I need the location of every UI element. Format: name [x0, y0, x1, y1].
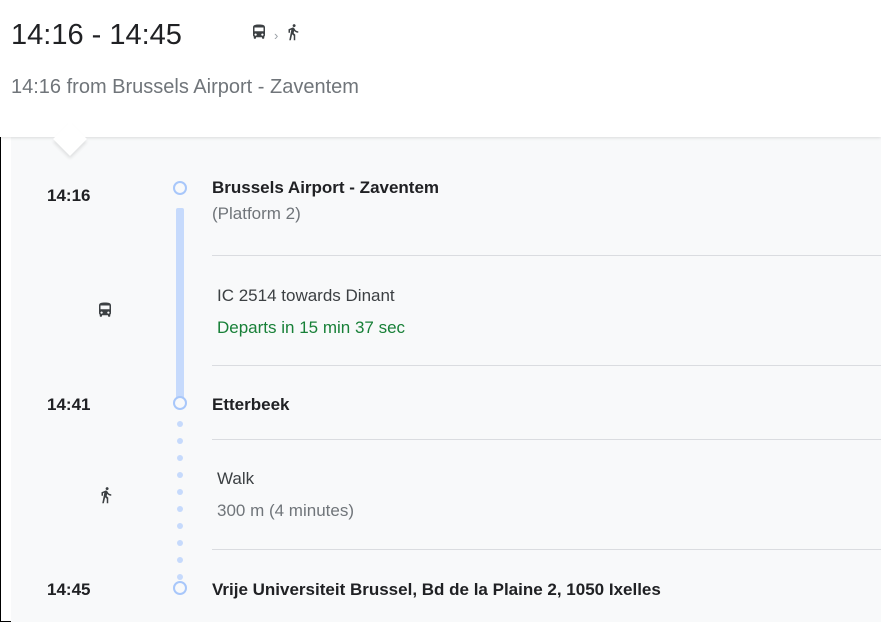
transit-line-title[interactable]: IC 2514 towards Dinant: [217, 286, 395, 306]
walk-dot: [177, 506, 183, 512]
walk-icon: [284, 22, 302, 47]
walk-dot: [177, 472, 183, 478]
chevron-right-icon: ›: [274, 27, 279, 43]
train-icon: [96, 301, 114, 324]
walk-distance: 300 m (4 minutes): [217, 501, 354, 520]
stop-name-origin[interactable]: Brussels Airport - Zaventem: [212, 178, 439, 198]
trip-time-range: 14:16 - 14:45: [11, 19, 182, 51]
divider: [212, 365, 881, 366]
stop-name-destination[interactable]: Vrije Universiteit Brussel, Bd de la Pla…: [212, 580, 661, 600]
trip-subtitle: 14:16 from Brussels Airport - Zaventem: [11, 76, 359, 98]
platform-info: (Platform 2): [212, 204, 301, 223]
walk-dot: [177, 489, 183, 495]
stop-time-transfer: 14:41: [47, 395, 91, 414]
trip-modes: ›: [250, 22, 302, 46]
stop-time-departure: 14:16: [47, 186, 91, 205]
stop-circle: [173, 581, 187, 595]
stop-name-transfer[interactable]: Etterbeek: [212, 395, 289, 415]
walk-title[interactable]: Walk: [217, 469, 254, 489]
transit-line: [176, 208, 184, 399]
walk-dot: [177, 574, 183, 580]
departure-countdown: Departs in 15 min 37 sec: [217, 318, 406, 337]
divider: [212, 255, 881, 256]
stop-time-arrival: 14:45: [47, 580, 91, 599]
bus-icon: [250, 23, 268, 46]
stop-circle: [173, 181, 187, 195]
trip-details: 14:16 Brussels Airport - Zaventem (Platf…: [11, 137, 881, 622]
trip-summary-header[interactable]: 14:16 - 14:45 › 14:16 from Brussels Airp…: [0, 0, 881, 137]
walk-dot: [177, 438, 183, 444]
walk-dot: [177, 540, 183, 546]
walk-dot: [177, 455, 183, 461]
walk-dot: [177, 421, 183, 427]
walk-dot: [177, 557, 183, 563]
walk-icon: [97, 485, 115, 510]
divider: [212, 439, 881, 440]
stop-circle: [173, 396, 187, 410]
walk-dot: [177, 523, 183, 529]
divider: [212, 549, 881, 550]
